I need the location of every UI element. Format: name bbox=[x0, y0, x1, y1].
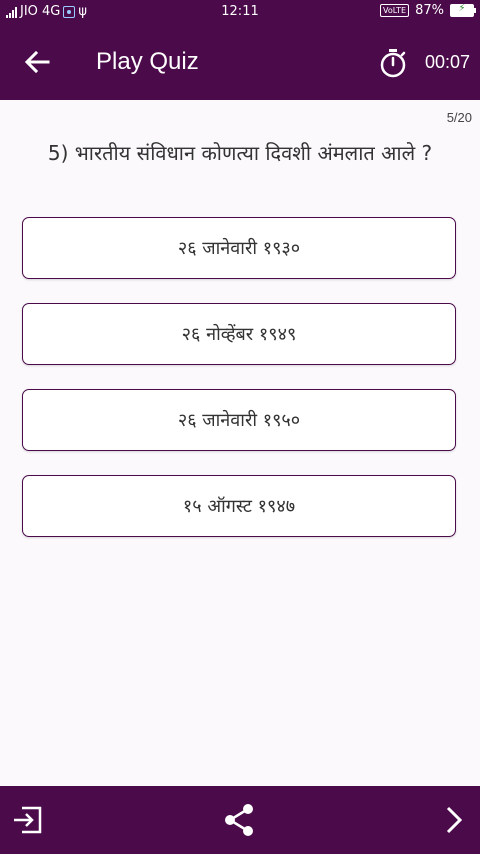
question-text: 5) भारतीय संविधान कोणत्या दिवशी अंमलात आ… bbox=[47, 141, 433, 165]
battery-percent: 87% bbox=[415, 3, 444, 18]
volte-badge: VoLTE bbox=[380, 4, 410, 17]
page-title: Play Quiz bbox=[96, 48, 199, 75]
battery-icon: ⚡ bbox=[450, 3, 476, 17]
status-bar: JIO 4G ψ 12:11 VoLTE 87% ⚡ bbox=[0, 0, 480, 24]
app-bar: Play Quiz 00:07 bbox=[0, 24, 480, 100]
arrow-left-icon bbox=[24, 50, 50, 74]
option-4-button[interactable]: १५ ऑगस्ट १९४७ bbox=[22, 475, 456, 537]
next-button[interactable] bbox=[434, 800, 474, 840]
question-progress: 5/20 bbox=[446, 110, 472, 125]
exit-icon bbox=[14, 806, 42, 834]
bottom-bar bbox=[0, 786, 480, 854]
timer-display: 00:07 bbox=[424, 52, 470, 72]
status-right: VoLTE 87% ⚡ bbox=[380, 3, 476, 18]
option-1-button[interactable]: २६ जानेवारी १९३० bbox=[22, 217, 456, 279]
share-button[interactable] bbox=[220, 800, 260, 840]
exit-button[interactable] bbox=[10, 800, 50, 840]
option-2-button[interactable]: २६ नोव्हेंबर १९४९ bbox=[22, 303, 456, 365]
stopwatch-icon bbox=[380, 49, 406, 78]
chevron-right-icon bbox=[446, 806, 463, 834]
share-icon bbox=[225, 804, 253, 836]
option-3-button[interactable]: २६ जानेवारी १९५० bbox=[22, 389, 456, 451]
back-button[interactable] bbox=[18, 44, 58, 80]
